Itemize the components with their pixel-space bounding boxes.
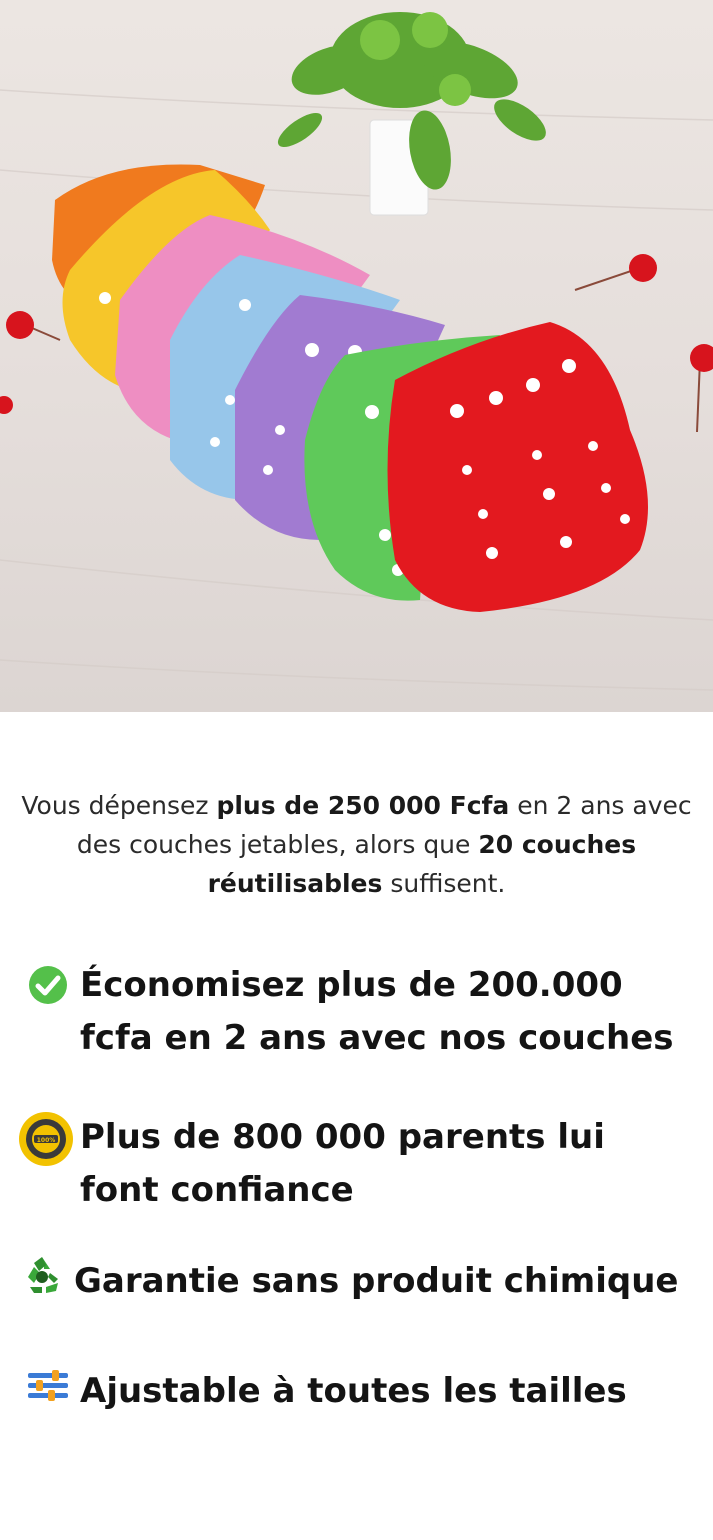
svg-text:100%: 100% — [37, 1137, 56, 1144]
feature-text-savings: Économisez plus de 200.000 fcfa en 2 ans… — [80, 965, 674, 1058]
feature-item-adjustable: Ajustable à toutes les tailles — [18, 1365, 695, 1445]
feature-item-savings: Économisez plus de 200.000 fcfa en 2 ans… — [18, 959, 695, 1089]
intro-text-3: suffisent. — [382, 869, 506, 898]
feature-item-trust: 100% Plus de 800 000 parents lui font co… — [18, 1111, 695, 1241]
diaper-red — [387, 322, 648, 612]
product-hero-image — [0, 0, 713, 712]
feature-text-chemical-free: Garantie sans produit chimique — [74, 1261, 679, 1301]
quality-badge-icon: 100% — [18, 1111, 74, 1167]
intro-text-1: Vous dépensez — [21, 791, 217, 820]
feature-text-trust: Plus de 800 000 parents lui font confian… — [80, 1117, 605, 1210]
plant-decoration — [277, 12, 546, 216]
diapers-illustration — [0, 12, 713, 691]
feature-list: Économisez plus de 200.000 fcfa en 2 ans… — [0, 959, 713, 1445]
intro-paragraph: Vous dépensez plus de 250 000 Fcfa en 2 … — [18, 786, 695, 903]
check-circle-icon — [28, 965, 84, 1021]
feature-text-adjustable: Ajustable à toutes les tailles — [80, 1371, 627, 1411]
adjust-sliders-icon — [26, 1365, 82, 1421]
feature-item-chemical-free: Garantie sans produit chimique — [18, 1255, 695, 1355]
intro-highlight-price: plus de 250 000 Fcfa — [216, 791, 510, 820]
recycle-icon — [20, 1253, 76, 1309]
